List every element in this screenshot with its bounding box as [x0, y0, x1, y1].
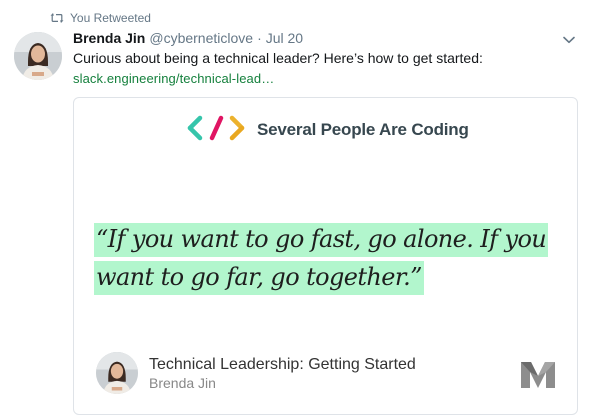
link-card[interactable]: Several People Are Coding “If you want t… — [73, 97, 578, 415]
retweet-icon — [50, 12, 64, 24]
retweet-label: You Retweeted — [70, 11, 151, 25]
pull-quote: “If you want to go fast, go alone. If yo… — [94, 220, 554, 296]
chevron-down-icon[interactable] — [561, 33, 577, 47]
tweet-text: Curious about being a technical leader? … — [73, 50, 483, 66]
tweet[interactable]: You Retweeted Brenda Jin @cyberneticlove… — [0, 0, 595, 417]
card-author: Brenda Jin — [149, 375, 216, 391]
brand-name: Several People Are Coding — [257, 120, 469, 139]
card-title: Technical Leadership: Getting Started — [149, 356, 416, 373]
code-brackets-logo — [187, 115, 247, 146]
quote-text: “If you want to go fast, go alone. If yo… — [94, 223, 549, 295]
tweet-header: Brenda Jin @cyberneticlove · Jul 20 — [73, 30, 303, 48]
retweet-context: You Retweeted — [50, 10, 151, 26]
medium-logo — [519, 358, 557, 395]
separator-dot: · — [257, 30, 262, 46]
card-brand: Several People Are Coding — [187, 115, 469, 145]
card-author-avatar — [96, 352, 138, 394]
avatar[interactable] — [14, 32, 62, 80]
tweet-link[interactable]: slack.engineering/technical-lead… — [73, 70, 274, 88]
author-handle[interactable]: @cyberneticlove — [149, 30, 253, 46]
author-name[interactable]: Brenda Jin — [73, 30, 145, 46]
tweet-date[interactable]: Jul 20 — [266, 30, 303, 46]
